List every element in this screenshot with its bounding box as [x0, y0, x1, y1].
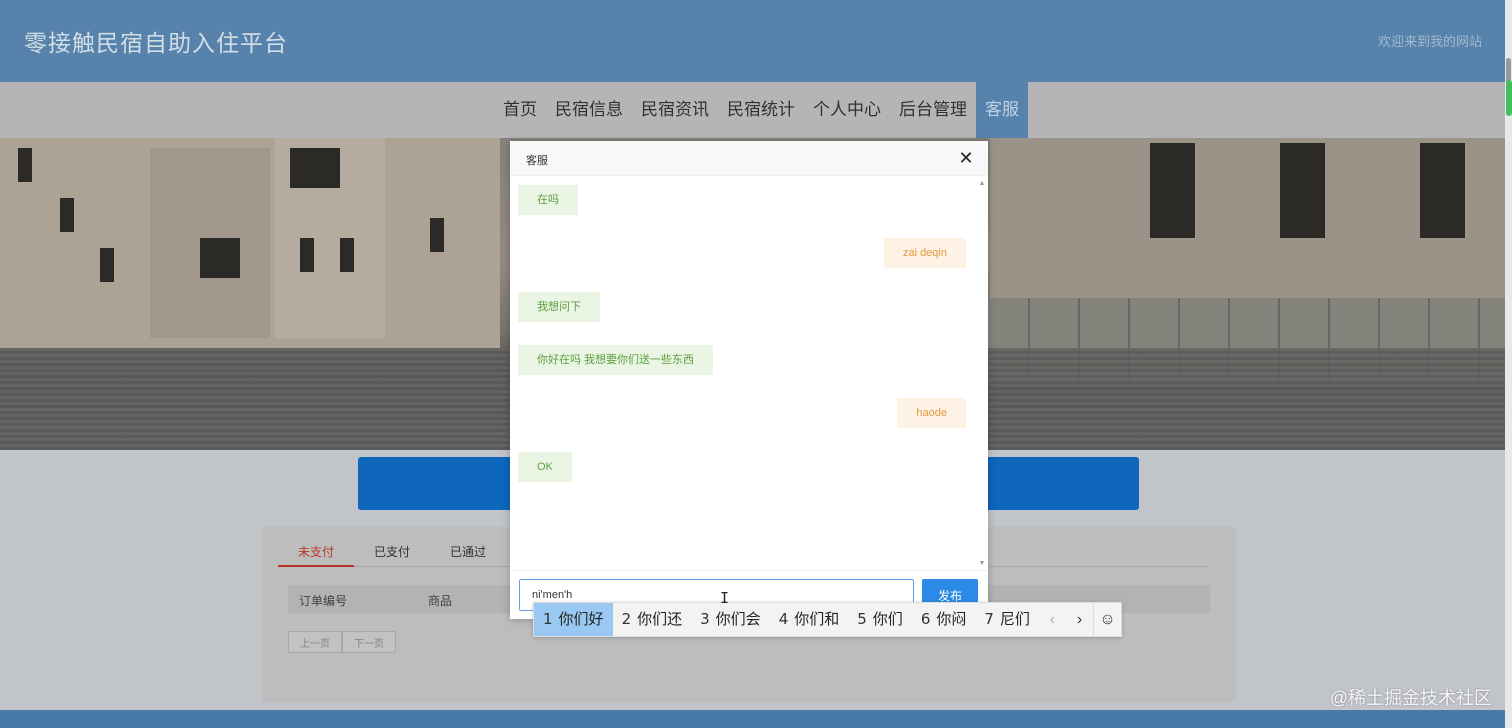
scroll-down-arrow-icon[interactable]: ▼: [978, 560, 986, 567]
chat-message-incoming: 我想问下: [518, 292, 600, 322]
text-cursor-icon: I: [720, 589, 730, 607]
chat-message-incoming: OK: [518, 452, 572, 482]
ime-candidate[interactable]: 2 你们还: [613, 603, 692, 636]
dialog-divider: [510, 570, 988, 571]
ime-candidate[interactable]: 4 你们和: [770, 603, 849, 636]
ime-candidate-text: 你们还: [637, 610, 683, 628]
chat-message-list[interactable]: 在吗 zai deqin 我想问下 你好在吗 我想要你们送一些东西 haode …: [510, 176, 988, 570]
ime-candidate-number: 6: [920, 610, 931, 628]
chat-message-outgoing: haode: [897, 398, 966, 428]
chevron-left-icon[interactable]: ‹: [1039, 603, 1066, 636]
dialog-header: 客服 ✕: [510, 141, 988, 176]
chat-message-outgoing: zai deqin: [883, 238, 966, 268]
ime-candidate-number: 5: [857, 610, 867, 628]
ime-candidate-number: 4: [778, 610, 789, 628]
ime-candidate-text: 你们会: [715, 610, 761, 628]
watermark: @稀土掘金技术社区: [1329, 688, 1492, 708]
chat-dialog: 客服 ✕ 在吗 zai deqin 我想问下 你好在吗 我想要你们送一些东西 h…: [510, 141, 988, 619]
ime-candidate-text: 尼们: [999, 610, 1030, 628]
ime-candidate-text: 你们和: [794, 610, 840, 628]
ime-candidate[interactable]: 3 你们会: [691, 603, 770, 636]
chevron-right-icon[interactable]: ›: [1066, 603, 1093, 636]
ime-candidate-number: 1: [543, 610, 553, 628]
ime-candidate[interactable]: 5 你们: [848, 603, 912, 636]
ime-candidate-text: 你们好: [558, 610, 604, 628]
page-scrollbar[interactable]: [1505, 0, 1512, 728]
close-icon[interactable]: ✕: [956, 148, 976, 168]
ime-candidate-text: 你闷: [936, 610, 967, 628]
ime-candidate[interactable]: 7 尼们: [975, 603, 1039, 636]
ime-candidate[interactable]: 6 你闷: [912, 603, 976, 636]
ime-candidate-number: 2: [621, 610, 632, 628]
ime-candidate-number: 7: [984, 610, 994, 628]
emoji-icon[interactable]: ☺: [1094, 603, 1121, 636]
dialog-title: 客服: [526, 155, 548, 167]
scroll-indicator: [1506, 80, 1512, 116]
chat-message-incoming: 你好在吗 我想要你们送一些东西: [518, 345, 714, 375]
chat-message-incoming: 在吗: [518, 185, 578, 215]
ime-candidate-bar: 1 你们好 2 你们还 3 你们会 4 你们和 5 你们 6 你闷 7 尼们 ‹ › ☺: [533, 602, 1122, 637]
ime-candidate[interactable]: 1 你们好: [534, 603, 613, 636]
chat-scrollbar[interactable]: ▲ ▼: [978, 178, 986, 569]
ime-candidate-number: 3: [700, 610, 710, 628]
scroll-up-arrow-icon[interactable]: ▲: [978, 180, 986, 187]
ime-candidate-text: 你们: [872, 610, 903, 628]
